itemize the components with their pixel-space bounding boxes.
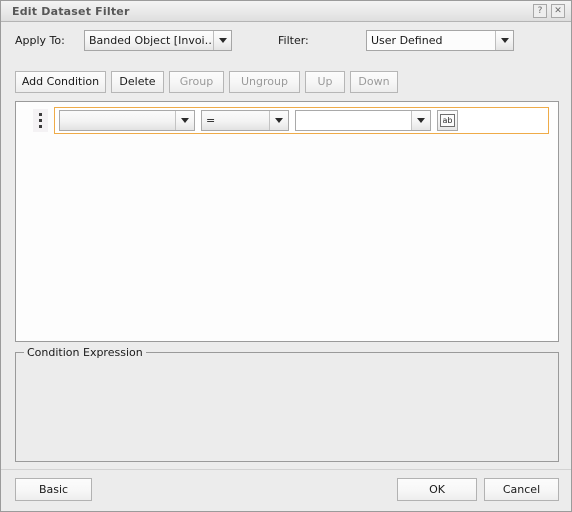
ab-icon: ab — [440, 114, 455, 127]
help-icon[interactable]: ? — [533, 4, 547, 18]
close-icon[interactable]: ✕ — [551, 4, 565, 18]
filter-label: Filter: — [278, 34, 309, 47]
condition-expression-text — [20, 359, 554, 457]
expression-builder-button[interactable]: ab — [437, 110, 458, 131]
footer-divider — [1, 469, 571, 470]
move-down-button[interactable]: Down — [350, 71, 398, 93]
condition-operator-dropdown[interactable]: = — [201, 110, 289, 131]
title-bar-buttons: ? ✕ — [533, 4, 565, 18]
delete-button[interactable]: Delete — [111, 71, 164, 93]
title-bar: Edit Dataset Filter ? ✕ — [1, 1, 571, 22]
dialog-title: Edit Dataset Filter — [12, 5, 130, 18]
filter-value: User Defined — [367, 31, 495, 50]
chevron-down-icon — [269, 111, 288, 130]
ungroup-button[interactable]: Ungroup — [229, 71, 300, 93]
condition-value-dropdown[interactable] — [295, 110, 431, 131]
group-button[interactable]: Group — [169, 71, 224, 93]
condition-expression-group: Condition Expression — [15, 346, 559, 462]
condition-value-text — [296, 111, 411, 130]
move-up-button[interactable]: Up — [305, 71, 345, 93]
chevron-down-icon — [213, 31, 231, 50]
apply-to-label: Apply To: — [15, 34, 65, 47]
cancel-button[interactable]: Cancel — [484, 478, 559, 501]
chevron-down-icon — [495, 31, 513, 50]
filter-form-row: Apply To: Banded Object [Invoi… Filter: … — [1, 22, 571, 60]
condition-field-dropdown[interactable] — [59, 110, 195, 131]
chevron-down-icon — [175, 111, 194, 130]
apply-to-value: Banded Object [Invoi… — [89, 34, 213, 47]
condition-operator-value: = — [206, 114, 216, 127]
condition-field-value — [60, 111, 175, 130]
add-condition-button[interactable]: Add Condition — [15, 71, 106, 93]
condition-fields: = ab — [54, 107, 549, 134]
conditions-toolbar: Add Condition Delete Group Ungroup Up Do… — [1, 60, 571, 95]
edit-dataset-filter-dialog: Edit Dataset Filter ? ✕ Apply To: Banded… — [0, 0, 572, 512]
chevron-down-icon — [411, 111, 430, 130]
condition-row[interactable]: = ab — [16, 102, 558, 139]
ok-button[interactable]: OK — [397, 478, 477, 501]
apply-to-dropdown[interactable]: Banded Object [Invoi… — [84, 30, 232, 51]
condition-expression-label: Condition Expression — [24, 346, 146, 359]
basic-button[interactable]: Basic — [15, 478, 92, 501]
drag-handle-icon[interactable] — [33, 109, 48, 132]
filter-dropdown[interactable]: User Defined — [366, 30, 514, 51]
conditions-list-panel: = ab — [15, 101, 559, 342]
